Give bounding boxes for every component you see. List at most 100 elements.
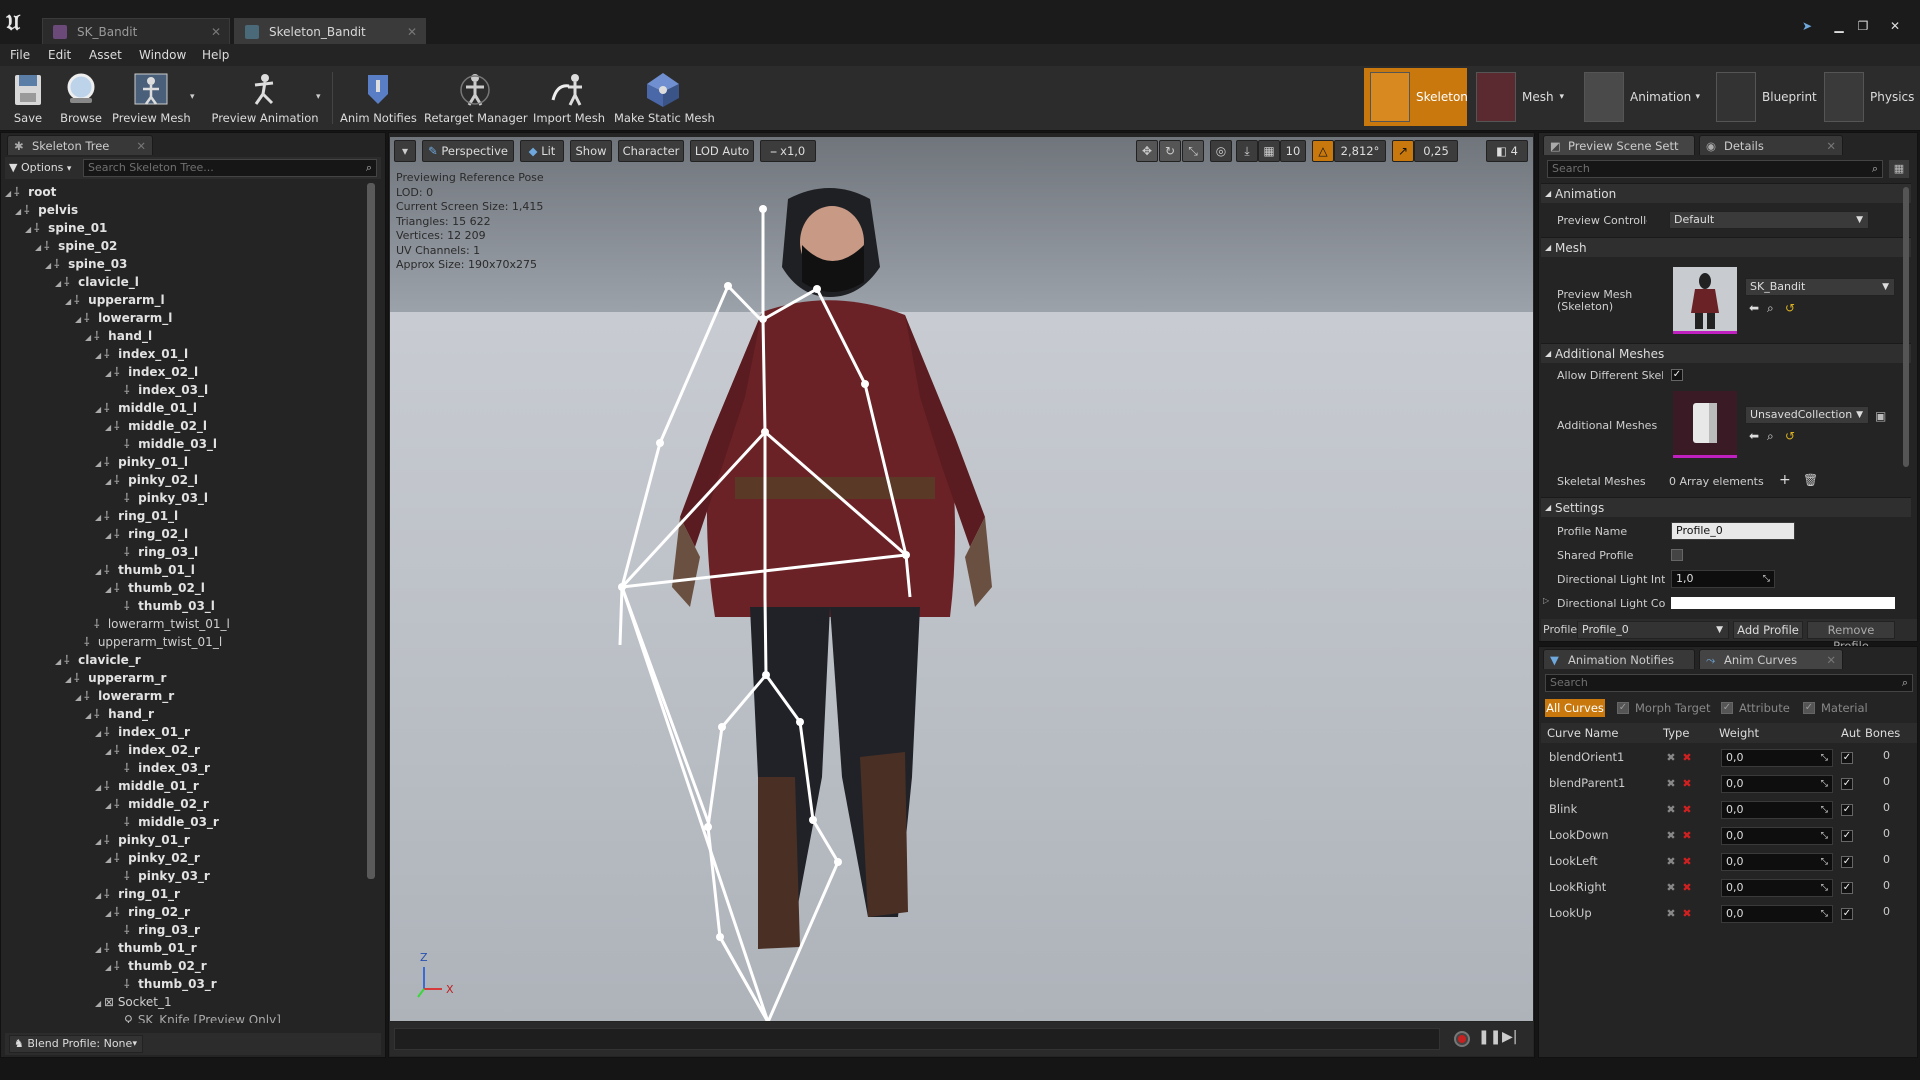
bone-row[interactable]: ◢ ⸸ thumb_01_r (95, 939, 197, 957)
curve-row[interactable]: LookDown ✖ ✖ 0,0 ⤡ ✓ 0 (1541, 823, 1917, 849)
mode-mesh-button[interactable]: Mesh ▾ (1470, 68, 1570, 126)
minimize-button[interactable]: ▁ (1828, 18, 1850, 34)
morph-type-icon[interactable]: ✖ (1665, 882, 1677, 894)
bone-row[interactable]: ⚲ SK_Knife [Preview Only] (115, 1011, 281, 1023)
retarget-manager-button[interactable]: Retarget Manager (424, 68, 528, 128)
preview-mesh-thumbnail[interactable] (1673, 267, 1737, 334)
use-selected-asset-icon[interactable]: ⬅ (1749, 429, 1759, 443)
bone-row[interactable]: ◢ ⸸ thumb_02_l (105, 579, 205, 597)
morph-type-icon[interactable]: ✖ (1665, 752, 1677, 764)
bone-row[interactable]: ◢ ⸸ middle_02_r (105, 795, 209, 813)
expand-arrow-icon[interactable]: ◢ (55, 275, 64, 293)
expand-arrow-icon[interactable]: ◢ (65, 293, 74, 311)
maximize-button[interactable]: ❐ (1852, 18, 1874, 34)
perspective-button[interactable]: ✎ Perspective (422, 140, 514, 162)
grid-snap-icon[interactable]: ▦ (1258, 140, 1280, 162)
bone-row[interactable]: ◢ ⸸ middle_01_r (95, 777, 199, 795)
additional-meshes-thumbnail[interactable] (1673, 391, 1737, 458)
bone-row[interactable]: ◢ ⸸ clavicle_l (55, 273, 139, 291)
use-selected-asset-icon[interactable]: ⬅ (1749, 301, 1759, 315)
socket-row[interactable]: ◢ ⊠ Socket_1 (95, 993, 172, 1011)
material-type-icon[interactable]: ✖ (1681, 856, 1693, 868)
bone-row[interactable]: ⸸ middle_03_r (115, 813, 219, 831)
view-options-icon[interactable]: ▦ (1889, 160, 1909, 178)
bone-row[interactable]: ◢ ⸸ lowerarm_l (75, 309, 172, 327)
reset-to-default-icon[interactable]: ↺ (1785, 429, 1795, 443)
additional-meshes-dropdown[interactable]: UnsavedCollection ▼ (1745, 406, 1869, 424)
bone-row[interactable]: ⸸ ring_03_l (115, 543, 198, 561)
rotation-snap-value[interactable]: 2,812° (1334, 140, 1386, 162)
curve-row[interactable]: LookLeft ✖ ✖ 0,0 ⤡ ✓ 0 (1541, 849, 1917, 875)
character-button[interactable]: Character (618, 140, 684, 162)
bone-row[interactable]: ◢ ⸸ pinky_01_r (95, 831, 190, 849)
curve-row[interactable]: blendParent1 ✖ ✖ 0,0 ⤡ ✓ 0 (1541, 771, 1917, 797)
skeleton-tree-search-input[interactable]: Search Skeleton Tree... ⌕ (83, 159, 377, 177)
directional-light-color-swatch[interactable] (1671, 597, 1895, 609)
preview-mesh-dropdown-icon[interactable]: ▾ (190, 92, 195, 102)
add-element-icon[interactable]: + (1779, 472, 1791, 488)
section-settings[interactable]: ◢ Settings (1541, 497, 1911, 517)
column-auto[interactable]: Auto (1841, 726, 1861, 740)
bone-row[interactable]: ⸸ thumb_03_r (115, 975, 217, 993)
scale-mode-icon[interactable]: ⤡ (1182, 140, 1204, 162)
bone-row[interactable]: ◢ ⸸ upperarm_l (65, 291, 165, 309)
morph-type-icon[interactable]: ✖ (1665, 778, 1677, 790)
bone-row[interactable]: ◢ ⸸ spine_03 (45, 255, 127, 273)
skeleton-tree-tab[interactable]: ✱ Skeleton Tree ✕ (7, 135, 153, 155)
reset-to-default-icon[interactable]: ↺ (1785, 301, 1795, 315)
lit-button[interactable]: ◆ Lit (520, 140, 564, 162)
expand-arrow-icon[interactable]: ◢ (95, 509, 104, 527)
expand-arrow-icon[interactable]: ◢ (105, 365, 114, 383)
column-weight[interactable]: Weight (1719, 726, 1759, 740)
auto-checkbox[interactable]: ✓ (1841, 882, 1853, 894)
morph-type-icon[interactable]: ✖ (1665, 856, 1677, 868)
delete-elements-icon[interactable]: 🗑 (1803, 473, 1818, 487)
curve-row[interactable]: LookRight ✖ ✖ 0,0 ⤡ ✓ 0 (1541, 875, 1917, 901)
bone-row[interactable]: ◢ ⸸ hand_r (85, 705, 154, 723)
expand-arrow-icon[interactable]: ◢ (15, 203, 24, 221)
menu-help[interactable]: Help (202, 44, 229, 66)
expand-arrow-icon[interactable]: ◢ (45, 257, 54, 275)
expand-arrow-icon[interactable]: ◢ (5, 185, 14, 203)
bone-row[interactable]: ◢ ⸸ upperarm_r (65, 669, 166, 687)
morph-type-icon[interactable]: ✖ (1665, 804, 1677, 816)
bone-row[interactable]: ◢ ⸸ clavicle_r (55, 651, 141, 669)
bone-row[interactable]: ◢ ⸸ pinky_02_l (105, 471, 198, 489)
expand-arrow-icon[interactable]: ◢ (105, 905, 114, 923)
expand-arrow-icon[interactable]: ◢ (105, 851, 114, 869)
step-forward-button[interactable]: ▶| (1502, 1029, 1517, 1045)
expand-arrow-icon[interactable]: ◢ (75, 311, 84, 329)
bone-row[interactable]: ⸸ lowerarm_twist_01_l (85, 615, 230, 633)
expand-arrow-icon[interactable]: ◢ (35, 239, 44, 257)
bone-row[interactable]: ⸸ ring_03_r (115, 921, 200, 939)
preview-animation-button[interactable]: Preview Animation (210, 68, 320, 128)
allow-different-skeletons-checkbox[interactable]: ✓ (1671, 369, 1683, 381)
grid-snap-value[interactable]: 10 (1280, 140, 1306, 162)
bone-row[interactable]: ◢ ⸸ ring_01_l (95, 507, 178, 525)
weight-input[interactable]: 0,0 ⤡ (1721, 879, 1833, 897)
details-scrollbar[interactable] (1903, 187, 1909, 467)
weight-input[interactable]: 0,0 ⤡ (1721, 853, 1833, 871)
section-additional-meshes[interactable]: ◢ Additional Meshes (1541, 343, 1911, 363)
record-button[interactable] (1454, 1031, 1470, 1047)
bone-row[interactable]: ◢ ⸸ spine_01 (25, 219, 107, 237)
material-checkbox[interactable]: ✓ (1803, 702, 1815, 714)
bone-row[interactable]: ◢ ⸸ lowerarm_r (75, 687, 174, 705)
material-type-icon[interactable]: ✖ (1681, 882, 1693, 894)
curve-row[interactable]: LookUp ✖ ✖ 0,0 ⤡ ✓ 0 (1541, 901, 1917, 927)
bone-row[interactable]: ◢ ⸸ root (5, 183, 56, 201)
lod-button[interactable]: LOD Auto (690, 140, 754, 162)
playback-speed-button[interactable]: ⎯ x1,0 (760, 140, 816, 162)
expand-arrow-icon[interactable]: ◢ (105, 797, 114, 815)
bone-row[interactable]: ◢ ⸸ ring_02_r (105, 903, 190, 921)
material-type-icon[interactable]: ✖ (1681, 908, 1693, 920)
auto-checkbox[interactable]: ✓ (1841, 856, 1853, 868)
auto-checkbox[interactable]: ✓ (1841, 908, 1853, 920)
mode-blueprint-button[interactable]: Blueprint (1710, 68, 1817, 126)
menu-edit[interactable]: Edit (48, 44, 71, 66)
blend-profile-dropdown[interactable]: ♞ Blend Profile: None ▾ (9, 1035, 143, 1053)
expand-arrow-icon[interactable]: ◢ (85, 707, 94, 725)
expand-arrow-icon[interactable]: ◢ (105, 581, 114, 599)
weight-input[interactable]: 0,0 ⤡ (1721, 827, 1833, 845)
mode-skeleton-button[interactable]: Skeleton (1364, 68, 1468, 126)
